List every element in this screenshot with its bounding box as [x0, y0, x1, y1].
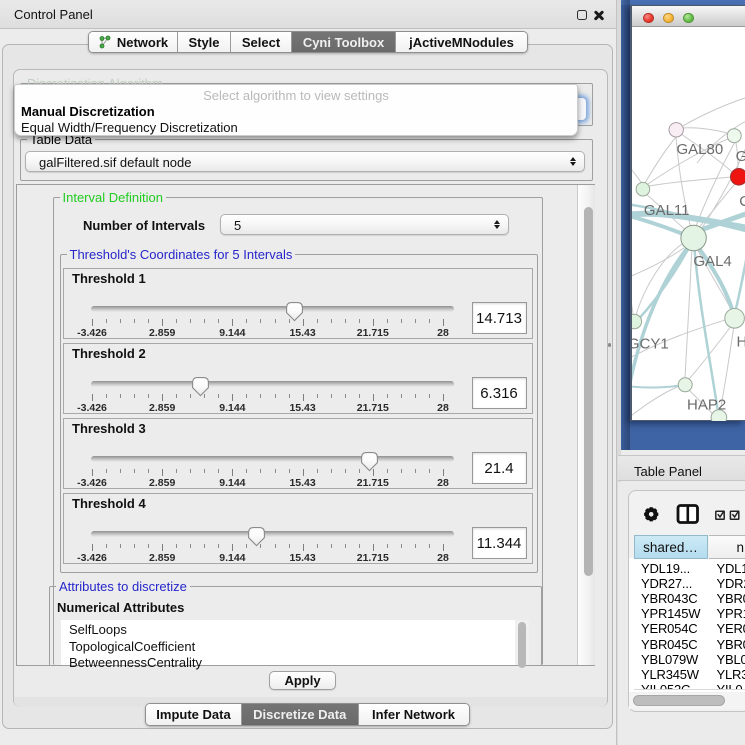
- svg-text:GAL4: GAL4: [693, 253, 731, 270]
- svg-text:GCY1: GCY1: [632, 336, 669, 353]
- svg-text:CY: CY: [739, 193, 745, 210]
- svg-text:GA: GA: [736, 148, 745, 165]
- svg-text:HAP2: HAP2: [687, 397, 726, 414]
- svg-text:GAL11: GAL11: [644, 202, 690, 219]
- svg-text:GAL80: GAL80: [677, 141, 724, 158]
- svg-text:H: H: [737, 334, 745, 351]
